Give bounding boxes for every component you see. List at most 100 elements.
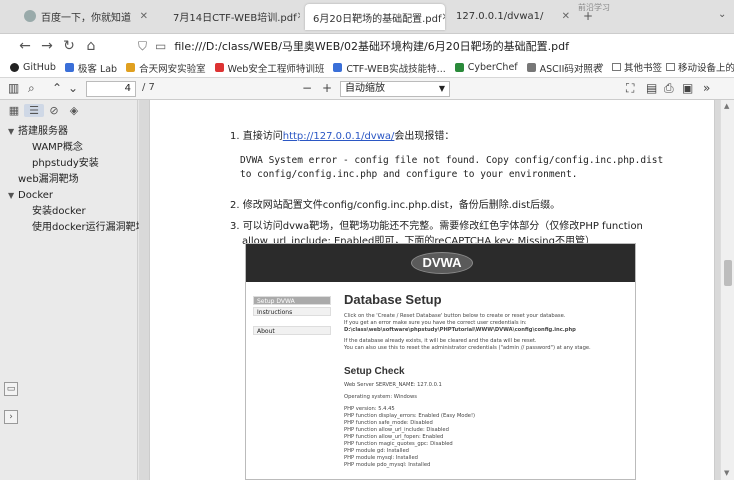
file-icon: ▭: [155, 39, 167, 53]
bookmark-icon: [126, 63, 136, 72]
dvwa-logo: DVWA: [411, 252, 473, 274]
folder-icon: [612, 63, 621, 71]
dvwa-intro-line: If the database already exists, it will …: [344, 338, 537, 344]
outline-label: 搭建服务器: [18, 126, 68, 137]
close-icon[interactable]: ✕: [140, 11, 148, 22]
pdf-viewer[interactable]: 1. 直接访问http://127.0.0.1/dvwa/会出现报错： DVWA…: [139, 100, 720, 480]
bookmark-mobile[interactable]: 移动设备上的书签: [666, 60, 734, 74]
bookmark-label: CyberChef: [467, 62, 518, 73]
bookmark-label: 极客 Lab: [77, 63, 118, 75]
folder-icon: [666, 63, 675, 71]
close-icon[interactable]: ✕: [441, 12, 445, 23]
scroll-down-icon[interactable]: ▼: [724, 469, 729, 477]
open-file-icon[interactable]: ▤: [646, 81, 657, 95]
zoom-value: 自动缩放: [345, 83, 385, 94]
tab-dvwa[interactable]: 127.0.0.1/dvwa1/ ✕: [448, 5, 578, 27]
page-number-input[interactable]: 4: [86, 81, 136, 97]
pdf-toolbar: ▥ ⌕ ⌃ ⌄ 4 / 7 − + 自动缩放 ▼ ⛶ ▤ ⎙ ▣ »: [0, 78, 734, 100]
bookmark-label: 其他书签: [624, 63, 663, 74]
bookmark-ctf-web[interactable]: CTF-WEB实战技能特...: [333, 61, 446, 75]
tab-title: 6月20日靶场的基础配置.pdf: [313, 13, 442, 25]
attachments-icon[interactable]: ⊘: [44, 104, 64, 117]
page-up-icon[interactable]: ⌃: [52, 81, 62, 95]
dvwa-intro-line: D:\class\web\software\phpstudy\PHPTutori…: [344, 327, 576, 333]
vertical-scrollbar[interactable]: ▲ ▼: [720, 100, 734, 480]
reload-icon[interactable]: ↻: [58, 38, 80, 54]
bookmark-cyberchef[interactable]: CyberChef: [454, 62, 518, 73]
bookmark-ascii-table[interactable]: ASCII码对照表: [526, 61, 603, 75]
tab-range-config-pdf[interactable]: 6月20日靶场的基础配置.pdf ✕: [305, 4, 445, 30]
home-icon[interactable]: ⌂: [80, 38, 102, 54]
save-icon[interactable]: ▣: [682, 81, 693, 95]
tab-ctf-web-pdf[interactable]: 7月14日CTF-WEB培训.pdf ✕: [160, 5, 300, 27]
dvwa-nav-item: Instructions: [253, 307, 331, 316]
address-bar[interactable]: ⛉ ▭ file:///D:/class/WEB/马里奥WEB/02基础环境构建…: [138, 37, 718, 55]
bookmark-label: GitHub: [23, 62, 56, 73]
scroll-up-icon[interactable]: ▲: [724, 102, 729, 110]
outline-item[interactable]: phpstudy安装: [8, 156, 137, 172]
close-icon[interactable]: ✕: [297, 11, 300, 22]
page-down-icon[interactable]: ⌄: [68, 81, 78, 95]
layers-icon[interactable]: ◈: [64, 104, 84, 117]
bookmark-label: Web安全工程师特训班: [227, 63, 325, 75]
expand-icon[interactable]: ›: [4, 410, 18, 424]
close-icon[interactable]: ✕: [562, 11, 570, 22]
github-icon: [10, 63, 19, 72]
bookmark-label: ASCII码对照表: [539, 63, 603, 75]
outline-item[interactable]: ▼ Docker: [8, 188, 137, 204]
presentation-icon[interactable]: ⛶: [626, 81, 634, 96]
bookmark-label: CTF-WEB实战技能特...: [346, 63, 446, 75]
dvwa-nav-item: About: [253, 326, 331, 335]
outline-item[interactable]: web漏洞靶场: [8, 172, 137, 188]
bookmark-icon: [214, 63, 224, 72]
sidebar-toggle-icon[interactable]: ▥: [8, 81, 19, 95]
dvwa-link[interactable]: http://127.0.0.1/dvwa/: [283, 131, 395, 142]
bookmark-icon: [64, 63, 74, 72]
dvwa-check-line: Operating system: Windows: [344, 394, 417, 400]
dvwa-setup-check-title: Setup Check: [344, 366, 405, 377]
scrollbar-thumb[interactable]: [724, 260, 732, 286]
bookmark-icon[interactable]: ▭: [4, 382, 18, 396]
dvwa-check-line: PHP function safe_mode: Disabled: [344, 420, 433, 426]
url-text: file:///D:/class/WEB/马里奥WEB/02基础环境构建/6月2…: [174, 40, 570, 53]
bookmark-web-training[interactable]: Web安全工程师特训班: [214, 61, 325, 75]
step-1-prefix: 1. 直接访问: [230, 131, 283, 142]
back-arrow-icon[interactable]: ←: [14, 38, 36, 54]
document-outline: ▼ 搭建服务器 WAMP概念 phpstudy安装 web漏洞靶场 ▼ Docker…: [0, 120, 146, 236]
dvwa-check-line: Web Server SERVER_NAME: 127.0.0.1: [344, 382, 442, 388]
outline-label: phpstudy安装: [32, 158, 99, 169]
outline-item[interactable]: ▼ 搭建服务器: [8, 124, 137, 140]
outline-label: 安装docker: [32, 206, 86, 217]
tab-baidu[interactable]: 百度一下，你就知道 ✕: [16, 5, 156, 27]
bookmark-github[interactable]: GitHub: [10, 62, 56, 73]
dvwa-check-line: PHP module gd: Installed: [344, 448, 409, 454]
print-icon[interactable]: ⎙: [664, 81, 674, 96]
bookmark-label: 移动设备上的书签: [678, 63, 734, 74]
tab-title: 7月14日CTF-WEB培训.pdf: [173, 12, 297, 24]
bookmark-other[interactable]: 其他书签: [612, 60, 662, 74]
tools-menu-icon[interactable]: »: [703, 81, 710, 95]
outline-item[interactable]: WAMP概念: [8, 140, 137, 156]
outline-icon[interactable]: ☰: [24, 103, 44, 117]
dvwa-check-line: PHP module pdo_mysql: Installed: [344, 462, 431, 468]
zoom-out-icon[interactable]: −: [302, 81, 312, 95]
bookmark-geek-lab[interactable]: 极客 Lab: [64, 61, 118, 75]
dvwa-nav: Setup DVWA Instructions About: [253, 296, 331, 337]
new-tab-button[interactable]: +: [583, 9, 593, 23]
forward-arrow-icon[interactable]: →: [36, 38, 58, 54]
zoom-in-icon[interactable]: +: [322, 81, 332, 95]
search-icon[interactable]: ⌕: [28, 81, 35, 96]
dvwa-intro-line: You can also use this to reset the admin…: [344, 345, 591, 351]
shield-icon: ⛉: [138, 38, 148, 53]
bookmark-hetian-lab[interactable]: 合天网安实验室: [126, 61, 206, 75]
dvwa-check-line: PHP function display_errors: Enabled (Ea…: [344, 413, 476, 419]
outline-item[interactable]: 使用docker运行漏洞靶场: [8, 220, 146, 236]
dvwa-check-line: PHP function allow_url_fopen: Enabled: [344, 434, 444, 440]
zoom-select[interactable]: 自动缩放 ▼: [340, 81, 450, 97]
tab-title: 百度一下，你就知道: [41, 12, 131, 24]
left-tool-strip: ▭ ›: [0, 100, 20, 480]
outline-item[interactable]: 安装docker: [8, 204, 137, 220]
sidebar-toolbar: ▦ ☰ ⊘ ◈: [0, 100, 137, 120]
chevron-double-right-icon[interactable]: »: [598, 60, 604, 71]
tab-list-button[interactable]: ⌄: [718, 9, 726, 20]
